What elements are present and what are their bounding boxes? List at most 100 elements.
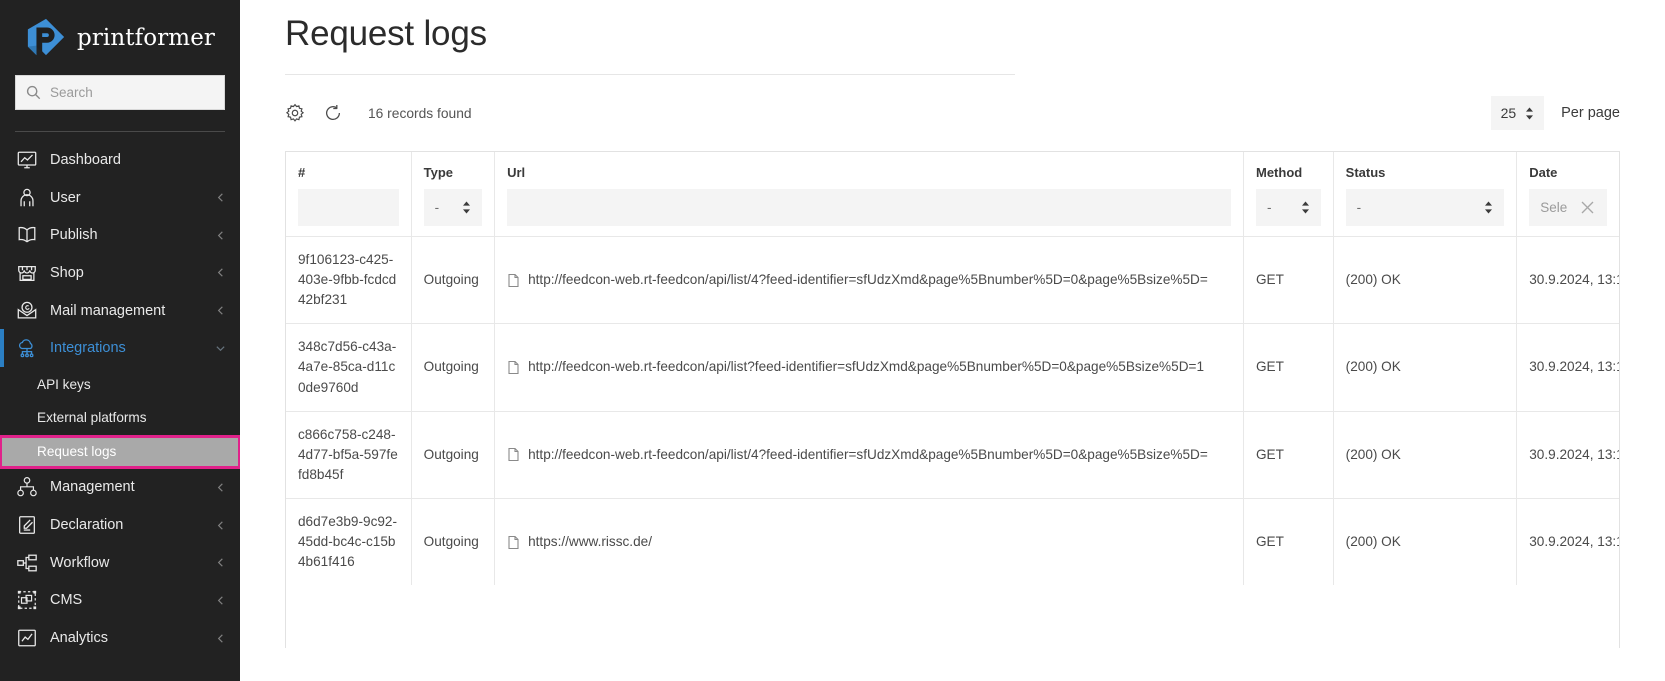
cell-type: Outgoing	[411, 235, 496, 324]
url-text[interactable]: http://feedcon-web.rt-feedcon/api/list/4…	[528, 445, 1208, 465]
column-header-date: Date Sele	[1516, 152, 1619, 237]
chevron-left-icon	[215, 557, 226, 568]
cell-status: (200) OK	[1333, 497, 1518, 586]
sidebar-subitem-label: Request logs	[37, 444, 117, 460]
sidebar-item-declaration[interactable]: Declaration	[0, 506, 240, 544]
sidebar-item-mail-management[interactable]: Mail management	[0, 292, 240, 330]
sidebar-item-label: CMS	[50, 592, 83, 609]
cell-type: Outgoing	[411, 410, 496, 499]
search-box[interactable]	[15, 75, 225, 110]
cell-date: 30.9.2024, 13:16:03	[1516, 497, 1619, 586]
page-header: Request logs	[285, 0, 1617, 75]
sidebar-item-label: Integrations	[50, 340, 126, 357]
filter-select-method[interactable]: -	[1255, 189, 1321, 226]
copy-icon[interactable]	[507, 535, 520, 550]
url-text[interactable]: http://feedcon-web.rt-feedcon/api/list/4…	[528, 270, 1208, 290]
filter-date-picker[interactable]: Sele	[1529, 189, 1607, 226]
table-header-row: # Type - Url Method - Status - Date Sele	[286, 152, 1619, 237]
shop-icon	[16, 262, 50, 284]
cell-date: 30.9.2024, 13:16:30	[1516, 235, 1619, 324]
sidebar-item-user[interactable]: User	[0, 179, 240, 217]
sidebar-subitem-external-platforms[interactable]: External platforms	[0, 401, 240, 435]
table-body: 9f106123-c425-403e-9fbb-fcdcd42bf231 Out…	[286, 235, 1619, 586]
chevron-left-icon	[215, 192, 226, 203]
page-title: Request logs	[285, 14, 487, 53]
brand[interactable]: printformer	[0, 0, 240, 75]
copy-icon[interactable]	[507, 273, 520, 288]
column-header-method: Method -	[1243, 152, 1334, 237]
copy-icon[interactable]	[507, 447, 520, 462]
url-text[interactable]: https://www.rissc.de/	[528, 532, 652, 552]
user-icon	[16, 187, 50, 209]
chevron-left-icon	[215, 520, 226, 531]
integrations-cloud-icon	[16, 337, 50, 359]
cell-status: (200) OK	[1333, 410, 1518, 499]
filter-value: Sele	[1540, 200, 1568, 215]
sort-updown-icon	[1484, 201, 1493, 214]
search-icon	[26, 85, 41, 100]
sidebar-item-workflow[interactable]: Workflow	[0, 544, 240, 582]
cell-method: GET	[1243, 410, 1334, 499]
sidebar-item-analytics[interactable]: Analytics	[0, 619, 240, 657]
sort-updown-icon	[462, 201, 471, 214]
filter-value: -	[1356, 200, 1362, 215]
chevron-left-icon	[215, 230, 226, 241]
cell-method: GET	[1243, 497, 1334, 586]
printformer-logo-icon	[25, 17, 67, 59]
cell-num: 9f106123-c425-403e-9fbb-fcdcd42bf231	[286, 235, 412, 324]
analytics-icon	[16, 627, 50, 649]
gear-icon[interactable]	[285, 103, 305, 123]
cell-url: http://feedcon-web.rt-feedcon/api/list/4…	[494, 235, 1244, 324]
per-page-value: 25	[1500, 105, 1517, 121]
table-row[interactable]: 9f106123-c425-403e-9fbb-fcdcd42bf231 Out…	[286, 235, 1619, 324]
column-header-type: Type -	[411, 152, 496, 237]
per-page-select[interactable]: 25	[1490, 96, 1545, 130]
cms-icon	[16, 589, 50, 611]
sidebar-item-label: Shop	[50, 264, 84, 281]
sidebar-item-label: Dashboard	[50, 151, 121, 168]
column-label: Type	[423, 165, 454, 180]
sidebar-item-management[interactable]: Management	[0, 469, 240, 507]
cell-type: Outgoing	[411, 323, 496, 412]
filter-input-num[interactable]	[298, 189, 399, 226]
cell-method: GET	[1243, 323, 1334, 412]
chevron-left-icon	[215, 595, 226, 606]
sidebar-item-integrations[interactable]: Integrations	[0, 329, 240, 367]
url-text[interactable]: http://feedcon-web.rt-feedcon/api/list?f…	[528, 357, 1204, 377]
column-label: Url	[507, 165, 526, 180]
column-header-num: #	[286, 152, 412, 237]
cell-date: 30.9.2024, 13:16:30	[1516, 410, 1619, 499]
sidebar-nav: Dashboard User Publish Shop Mail managem…	[0, 132, 240, 657]
sidebar-item-label: User	[50, 189, 81, 206]
refresh-icon[interactable]	[323, 103, 343, 123]
table-row[interactable]: c866c758-c248-4d77-bf5a-597fefd8b45f Out…	[286, 410, 1619, 499]
sidebar-item-shop[interactable]: Shop	[0, 254, 240, 292]
cell-url: https://www.rissc.de/	[494, 497, 1244, 586]
copy-icon[interactable]	[507, 360, 520, 375]
sidebar-item-dashboard[interactable]: Dashboard	[0, 141, 240, 179]
request-logs-table: # Type - Url Method - Status - Date Sele…	[286, 152, 1619, 586]
sidebar-item-publish[interactable]: Publish	[0, 216, 240, 254]
toolbar-right-group: 25 Per page	[1490, 96, 1620, 130]
sidebar-item-label: Analytics	[50, 630, 109, 647]
filter-select-status[interactable]: -	[1345, 189, 1505, 226]
sidebar-subitem-request-logs[interactable]: Request logs	[0, 434, 240, 469]
sidebar-subitem-api-keys[interactable]: API keys	[0, 367, 240, 401]
search-container	[0, 75, 240, 110]
filter-input-url[interactable]	[507, 189, 1231, 226]
table-row[interactable]: 348c7d56-c43a-4a7e-85ca-d11c0de9760d Out…	[286, 323, 1619, 412]
sidebar-item-cms[interactable]: CMS	[0, 582, 240, 620]
column-label: Method	[1255, 165, 1303, 180]
search-input[interactable]	[50, 85, 214, 100]
chevron-left-icon	[215, 482, 226, 493]
request-logs-table-container: # Type - Url Method - Status - Date Sele…	[285, 151, 1620, 648]
sidebar-item-label: Declaration	[50, 517, 124, 534]
close-icon[interactable]	[1579, 199, 1596, 216]
table-row[interactable]: d6d7e3b9-9c92-45dd-bc4c-c15b4b61f416 Out…	[286, 497, 1619, 586]
records-count: 16 records found	[368, 105, 472, 121]
table-toolbar: 16 records found 25 Per page	[285, 75, 1620, 151]
app-root: printformer Search Dashboard User Publis…	[0, 0, 1665, 681]
filter-select-type[interactable]: -	[423, 189, 483, 226]
column-label: Status	[1345, 165, 1386, 180]
chevron-left-icon	[215, 305, 226, 316]
